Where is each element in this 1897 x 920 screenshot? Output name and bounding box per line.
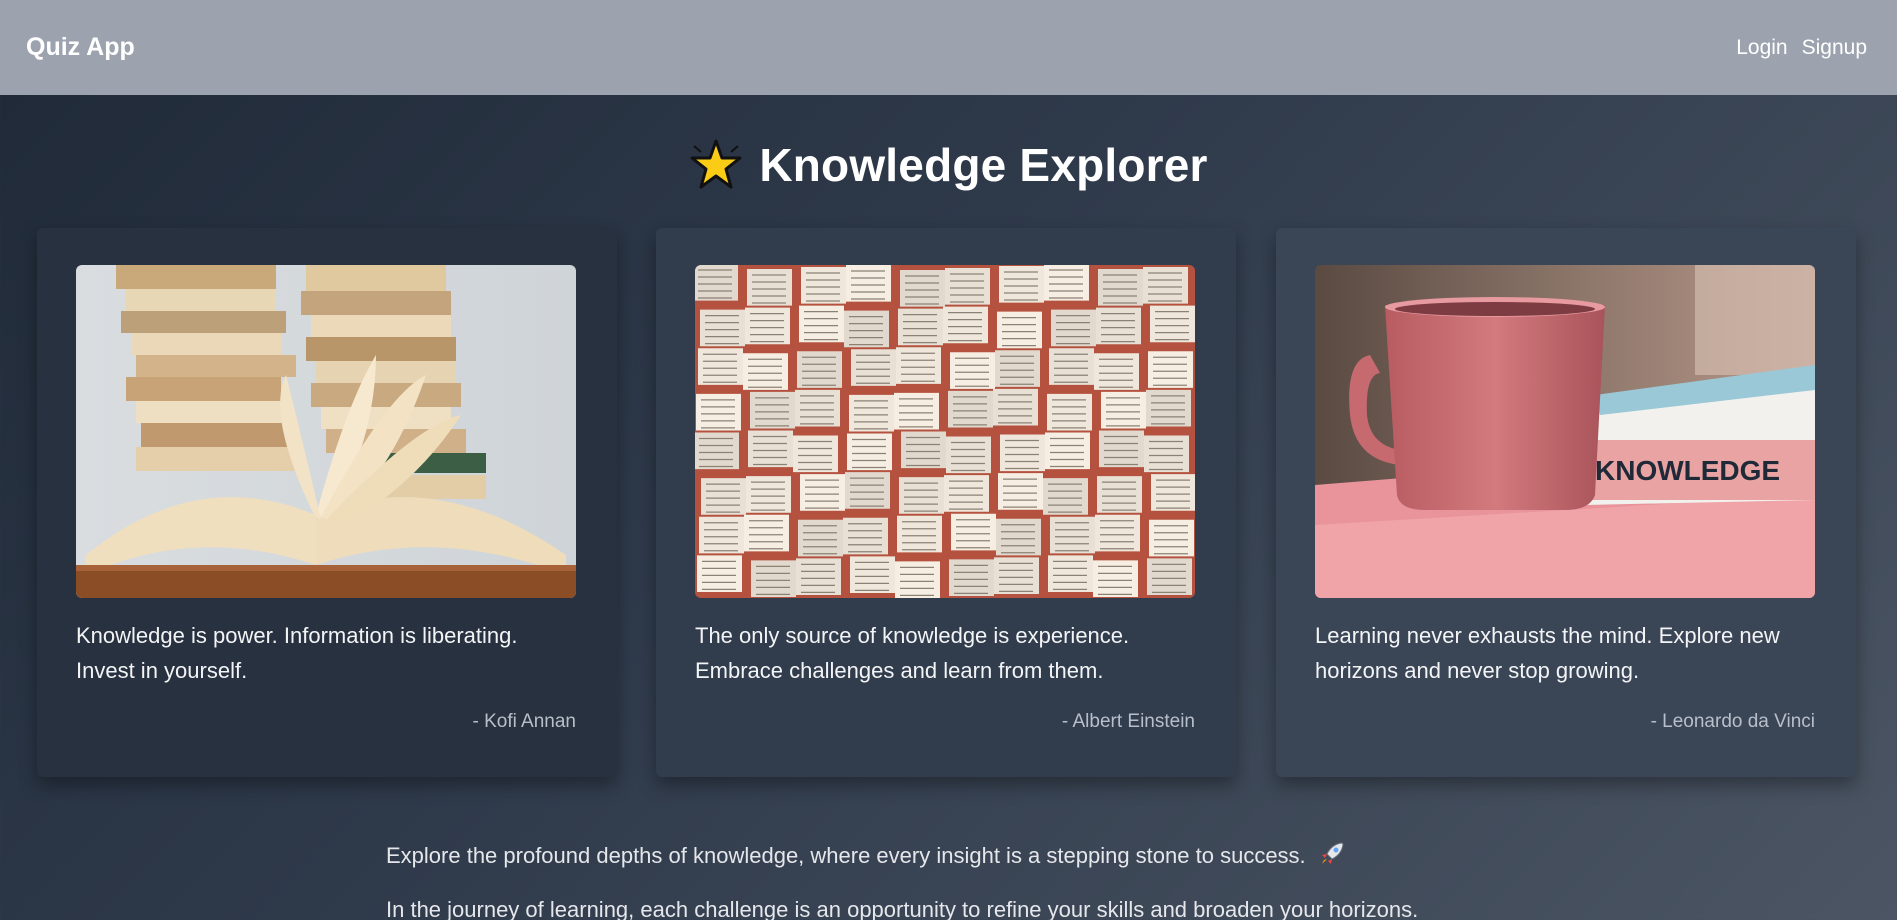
card-author: - Leonardo da Vinci (1650, 711, 1815, 732)
intro-line-1: Explore the profound depths of knowledge… (386, 840, 1586, 871)
card-author: - Kofi Annan (472, 711, 576, 732)
open-book-stack-photo (76, 265, 576, 598)
card-author: - Albert Einstein (1061, 711, 1195, 732)
nav-links: Login Signup (1736, 36, 1867, 60)
page-heading: Knowledge Explorer (759, 139, 1208, 191)
quote-card: KNOWLEDGE Learning never exhausts the mi… (1276, 228, 1856, 777)
page-title: Knowledge Explorer (0, 130, 1897, 200)
pink-mug-knowledge-book-photo: KNOWLEDGE (1315, 265, 1815, 598)
signup-link[interactable]: Signup (1802, 36, 1867, 60)
intro-text-1: Explore the profound depths of knowledge… (386, 843, 1306, 868)
intro-line-2: In the journey of learning, each challen… (386, 897, 1419, 920)
book-pages-collage-photo (695, 265, 1195, 598)
brand-logo[interactable]: Quiz App (26, 33, 135, 62)
quote-card: The only source of knowledge is experien… (656, 228, 1236, 777)
knowledge-book-title: KNOWLEDGE (1595, 455, 1780, 486)
card-quote: Knowledge is power. Information is liber… (76, 623, 518, 683)
rocket-icon (1318, 840, 1346, 868)
quote-card: Knowledge is power. Information is liber… (37, 228, 617, 777)
card-quote: The only source of knowledge is experien… (695, 623, 1130, 683)
card-quote: Learning never exhausts the mind. Explor… (1315, 623, 1780, 683)
navbar: Quiz App Login Signup (0, 0, 1897, 95)
login-link[interactable]: Login (1736, 36, 1787, 60)
star-icon (689, 138, 743, 192)
